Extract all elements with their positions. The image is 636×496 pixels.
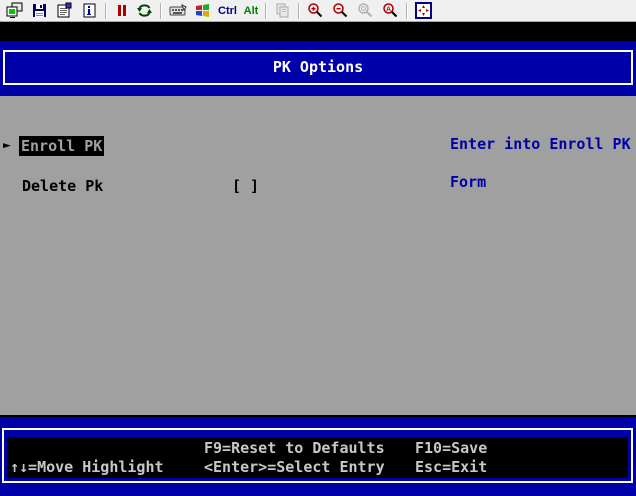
help-panel: Enter into Enroll PK Form	[450, 116, 634, 192]
vnc-viewer-window: Ctrl Alt	[0, 0, 636, 496]
bios-form-area: ► Enroll PK Delete Pk [ ] Enter into Enr…	[0, 96, 636, 415]
toolbar-separator	[265, 3, 267, 19]
copy-icon	[274, 2, 291, 19]
connection-options-icon	[56, 2, 73, 19]
zoom-in-icon	[307, 2, 324, 19]
hint-move-highlight: ↑↓=Move Highlight	[10, 460, 164, 475]
menu-item-enroll-pk[interactable]: Enroll PK	[19, 136, 104, 156]
alt-key-button[interactable]: Alt	[240, 1, 262, 21]
save-button[interactable]	[27, 1, 52, 21]
hint-select-entry: <Enter>=Select Entry	[204, 460, 385, 475]
connection-info-button[interactable]	[77, 1, 102, 21]
refresh-icon	[136, 2, 153, 19]
full-screen-icon	[415, 2, 432, 19]
copy-button[interactable]	[270, 1, 295, 21]
win-key-icon	[194, 2, 211, 19]
selection-arrow-icon: ►	[3, 136, 11, 156]
alt-key-label: Alt	[244, 5, 259, 17]
delete-pk-checkbox[interactable]: [ ]	[232, 176, 259, 196]
hint-reset-defaults: F9=Reset to Defaults	[204, 441, 385, 456]
connection-info-icon	[81, 2, 98, 19]
zoom-out-button[interactable]	[328, 1, 353, 21]
page-title: PK Options	[5, 52, 631, 83]
ctrl-alt-del-icon	[169, 2, 187, 19]
new-connection-icon	[6, 2, 23, 19]
ctrl-key-label: Ctrl	[218, 5, 237, 17]
connection-options-button[interactable]	[52, 1, 77, 21]
zoom-100-icon	[357, 2, 374, 19]
refresh-button[interactable]	[132, 1, 157, 21]
ctrl-key-button[interactable]: Ctrl	[215, 1, 240, 21]
hint-save: F10=Save	[415, 441, 487, 456]
bios-title-bar: PK Options	[0, 41, 636, 96]
full-screen-button[interactable]	[411, 1, 436, 21]
bios-footer-bar: F9=Reset to Defaults F10=Save ↑↓=Move Hi…	[0, 417, 636, 496]
bios-title-frame: PK Options	[3, 50, 633, 85]
zoom-auto-icon: A	[382, 2, 399, 19]
toolbar-separator	[160, 3, 162, 19]
pause-button[interactable]	[110, 1, 132, 21]
pause-icon	[113, 2, 130, 19]
zoom-in-button[interactable]	[303, 1, 328, 21]
zoom-auto-button[interactable]: A	[378, 1, 403, 21]
toolbar-separator	[105, 3, 107, 19]
ctrl-alt-del-button[interactable]	[165, 1, 190, 21]
help-line-2: Form	[450, 173, 486, 191]
help-line-1: Enter into Enroll PK	[450, 135, 631, 153]
menu-item-delete-pk[interactable]: Delete Pk	[22, 176, 103, 196]
toolbar-separator	[406, 3, 408, 19]
save-icon	[31, 2, 48, 19]
hint-exit: Esc=Exit	[415, 460, 487, 475]
new-connection-button[interactable]	[2, 1, 27, 21]
svg-text:A: A	[386, 6, 391, 13]
bios-screen: PK Options ► Enroll PK Delete Pk [ ] Ent…	[0, 22, 636, 496]
vnc-toolbar: Ctrl Alt	[0, 0, 636, 22]
zoom-out-icon	[332, 2, 349, 19]
win-key-button[interactable]	[190, 1, 215, 21]
zoom-100-button[interactable]	[353, 1, 378, 21]
toolbar-separator	[298, 3, 300, 19]
